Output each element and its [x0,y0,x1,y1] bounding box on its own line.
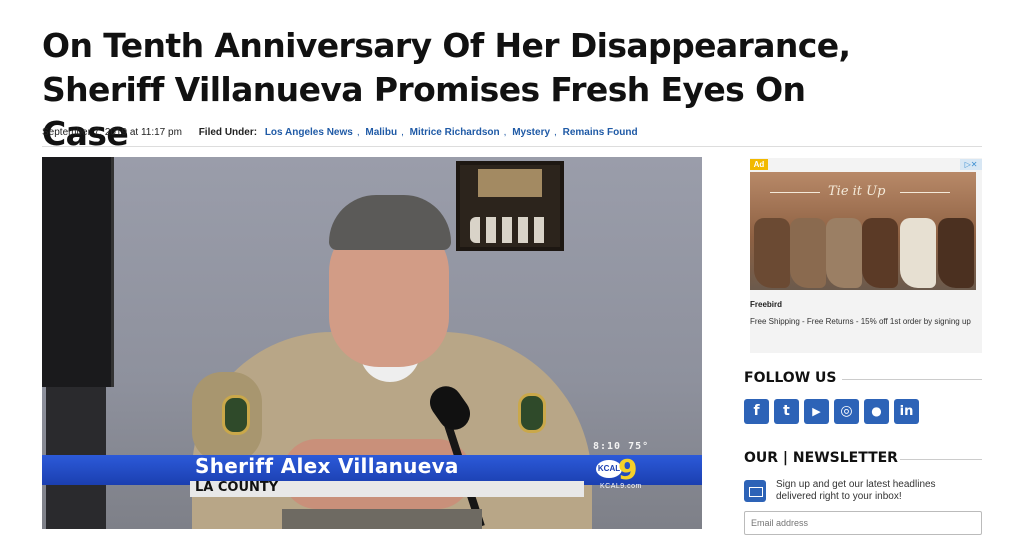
tag-link-malibu[interactable]: Malibu [365,127,397,138]
article-date: September 7, 2019 at 11:17 pm [42,127,182,138]
youtube-icon[interactable]: ▶ [804,399,829,424]
video-wall-frame [456,161,564,251]
newsletter-description: Sign up and get our latest headlines del… [776,479,936,502]
mail-icon [744,480,766,502]
ad-copy[interactable]: Free Shipping - Free Returns - 15% off 1… [750,317,978,327]
video-time-temp: 8:10 75° [593,441,650,452]
video-chyron-subtitle: LA COUNTY [195,480,279,495]
newsletter-title: OUR | NEWSLETTER [744,450,898,466]
tag-link-remains-found[interactable]: Remains Found [563,127,638,138]
boot-image [938,218,974,288]
video-chyron-name: Sheriff Alex Villanueva [195,454,459,478]
boot-image [790,218,826,288]
ad-brand[interactable]: Freebird [750,300,782,309]
ad-image-boots[interactable]: Tie it Up [750,172,976,290]
follow-us-title: FOLLOW US [744,370,837,386]
kcal9-logo: KCAL 9 KCAL9.com [596,453,642,490]
boot-image [754,218,790,288]
linkedin-icon[interactable]: in [894,399,919,424]
ad-image-script: Tie it Up [828,184,886,199]
newsletter-email-input[interactable] [744,511,982,535]
video-shoulder-patch [222,395,250,435]
tag-link-mitrice-richardson[interactable]: Mitrice Richardson [410,127,500,138]
twitter-icon[interactable]: t [774,399,799,424]
follow-us-divider [842,379,982,380]
tag-link-los-angeles-news[interactable]: Los Angeles News [265,127,353,138]
video-tv-screen [42,157,114,387]
article-meta: September 7, 2019 at 11:17 pm Filed Unde… [42,127,638,138]
video-shoulder-patch [518,393,546,433]
sidebar-ad[interactable]: Ad ▷✕ Tie it Up Freebird Free Shipping -… [750,158,982,353]
newsletter-divider [900,459,982,460]
boot-image [826,218,862,288]
ad-badge: Ad [750,159,768,170]
facebook-icon[interactable]: f [744,399,769,424]
filed-under-label: Filed Under: [198,127,258,138]
instagram-icon[interactable]: ◎ [834,399,859,424]
video-player[interactable]: 8:10 75° Sheriff Alex Villanueva LA COUN… [42,157,702,529]
boot-image [900,218,936,288]
boot-image [862,218,898,288]
ad-close-icon[interactable]: ▷✕ [960,159,982,170]
tag-link-mystery[interactable]: Mystery [512,127,550,138]
reddit-icon[interactable]: ● [864,399,889,424]
meta-divider [42,146,982,147]
